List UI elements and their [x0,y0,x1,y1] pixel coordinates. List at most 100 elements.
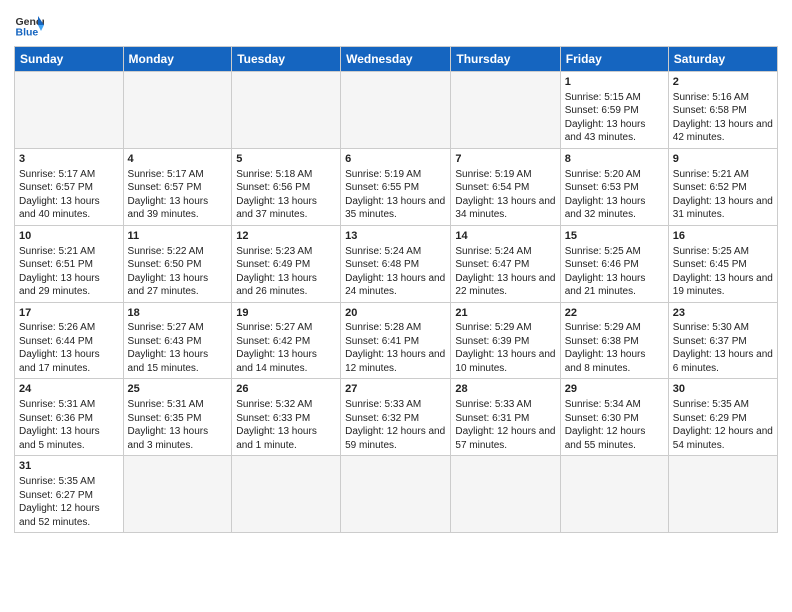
day-header-saturday: Saturday [668,47,777,72]
calendar-cell [232,456,341,533]
calendar-cell: 11Sunrise: 5:22 AM Sunset: 6:50 PM Dayli… [123,225,232,302]
calendar-cell: 20Sunrise: 5:28 AM Sunset: 6:41 PM Dayli… [341,302,451,379]
cell-info: Sunrise: 5:31 AM Sunset: 6:35 PM Dayligh… [128,398,228,452]
header-area: General Blue [14,10,778,40]
cell-info: Sunrise: 5:24 AM Sunset: 6:47 PM Dayligh… [455,245,555,299]
cell-day-number: 29 [565,382,664,397]
calendar-cell: 1Sunrise: 5:15 AM Sunset: 6:59 PM Daylig… [560,72,668,149]
cell-day-number: 19 [236,306,336,321]
calendar-cell [341,72,451,149]
cell-day-number: 27 [345,382,446,397]
cell-info: Sunrise: 5:26 AM Sunset: 6:44 PM Dayligh… [19,321,119,375]
calendar-cell [123,456,232,533]
calendar-header-row: SundayMondayTuesdayWednesdayThursdayFrid… [15,47,778,72]
cell-day-number: 16 [673,229,773,244]
day-header-wednesday: Wednesday [341,47,451,72]
logo-icon: General Blue [14,10,44,40]
calendar-cell: 24Sunrise: 5:31 AM Sunset: 6:36 PM Dayli… [15,379,124,456]
calendar-cell: 3Sunrise: 5:17 AM Sunset: 6:57 PM Daylig… [15,148,124,225]
calendar: SundayMondayTuesdayWednesdayThursdayFrid… [14,46,778,533]
cell-info: Sunrise: 5:21 AM Sunset: 6:52 PM Dayligh… [673,168,773,222]
cell-info: Sunrise: 5:19 AM Sunset: 6:54 PM Dayligh… [455,168,555,222]
calendar-cell: 2Sunrise: 5:16 AM Sunset: 6:58 PM Daylig… [668,72,777,149]
cell-info: Sunrise: 5:22 AM Sunset: 6:50 PM Dayligh… [128,245,228,299]
day-header-monday: Monday [123,47,232,72]
cell-day-number: 28 [455,382,555,397]
day-header-friday: Friday [560,47,668,72]
calendar-cell [15,72,124,149]
cell-day-number: 23 [673,306,773,321]
calendar-week-4: 24Sunrise: 5:31 AM Sunset: 6:36 PM Dayli… [15,379,778,456]
day-header-sunday: Sunday [15,47,124,72]
calendar-cell: 6Sunrise: 5:19 AM Sunset: 6:55 PM Daylig… [341,148,451,225]
calendar-cell: 10Sunrise: 5:21 AM Sunset: 6:51 PM Dayli… [15,225,124,302]
calendar-cell [232,72,341,149]
calendar-cell: 22Sunrise: 5:29 AM Sunset: 6:38 PM Dayli… [560,302,668,379]
cell-day-number: 26 [236,382,336,397]
cell-day-number: 25 [128,382,228,397]
calendar-cell [560,456,668,533]
calendar-cell: 29Sunrise: 5:34 AM Sunset: 6:30 PM Dayli… [560,379,668,456]
calendar-cell: 14Sunrise: 5:24 AM Sunset: 6:47 PM Dayli… [451,225,560,302]
cell-day-number: 7 [455,152,555,167]
cell-info: Sunrise: 5:18 AM Sunset: 6:56 PM Dayligh… [236,168,336,222]
cell-info: Sunrise: 5:31 AM Sunset: 6:36 PM Dayligh… [19,398,119,452]
cell-day-number: 18 [128,306,228,321]
calendar-cell: 5Sunrise: 5:18 AM Sunset: 6:56 PM Daylig… [232,148,341,225]
cell-day-number: 20 [345,306,446,321]
calendar-cell: 8Sunrise: 5:20 AM Sunset: 6:53 PM Daylig… [560,148,668,225]
cell-info: Sunrise: 5:19 AM Sunset: 6:55 PM Dayligh… [345,168,446,222]
calendar-cell: 16Sunrise: 5:25 AM Sunset: 6:45 PM Dayli… [668,225,777,302]
cell-info: Sunrise: 5:27 AM Sunset: 6:43 PM Dayligh… [128,321,228,375]
cell-info: Sunrise: 5:35 AM Sunset: 6:29 PM Dayligh… [673,398,773,452]
calendar-cell: 23Sunrise: 5:30 AM Sunset: 6:37 PM Dayli… [668,302,777,379]
calendar-cell: 21Sunrise: 5:29 AM Sunset: 6:39 PM Dayli… [451,302,560,379]
svg-text:Blue: Blue [16,27,39,39]
calendar-cell [451,72,560,149]
cell-info: Sunrise: 5:29 AM Sunset: 6:39 PM Dayligh… [455,321,555,375]
calendar-cell: 7Sunrise: 5:19 AM Sunset: 6:54 PM Daylig… [451,148,560,225]
cell-info: Sunrise: 5:24 AM Sunset: 6:48 PM Dayligh… [345,245,446,299]
calendar-cell: 19Sunrise: 5:27 AM Sunset: 6:42 PM Dayli… [232,302,341,379]
cell-day-number: 8 [565,152,664,167]
cell-info: Sunrise: 5:29 AM Sunset: 6:38 PM Dayligh… [565,321,664,375]
cell-info: Sunrise: 5:25 AM Sunset: 6:46 PM Dayligh… [565,245,664,299]
calendar-cell: 18Sunrise: 5:27 AM Sunset: 6:43 PM Dayli… [123,302,232,379]
page: General Blue SundayMondayTuesdayWednesda… [0,0,792,612]
calendar-cell: 12Sunrise: 5:23 AM Sunset: 6:49 PM Dayli… [232,225,341,302]
cell-day-number: 24 [19,382,119,397]
calendar-cell: 25Sunrise: 5:31 AM Sunset: 6:35 PM Dayli… [123,379,232,456]
cell-info: Sunrise: 5:32 AM Sunset: 6:33 PM Dayligh… [236,398,336,452]
cell-day-number: 10 [19,229,119,244]
cell-info: Sunrise: 5:20 AM Sunset: 6:53 PM Dayligh… [565,168,664,222]
calendar-cell: 26Sunrise: 5:32 AM Sunset: 6:33 PM Dayli… [232,379,341,456]
cell-info: Sunrise: 5:21 AM Sunset: 6:51 PM Dayligh… [19,245,119,299]
calendar-cell: 13Sunrise: 5:24 AM Sunset: 6:48 PM Dayli… [341,225,451,302]
day-header-thursday: Thursday [451,47,560,72]
calendar-cell: 4Sunrise: 5:17 AM Sunset: 6:57 PM Daylig… [123,148,232,225]
cell-day-number: 15 [565,229,664,244]
calendar-cell [451,456,560,533]
cell-info: Sunrise: 5:23 AM Sunset: 6:49 PM Dayligh… [236,245,336,299]
cell-day-number: 11 [128,229,228,244]
calendar-cell: 27Sunrise: 5:33 AM Sunset: 6:32 PM Dayli… [341,379,451,456]
cell-day-number: 1 [565,75,664,90]
calendar-cell: 17Sunrise: 5:26 AM Sunset: 6:44 PM Dayli… [15,302,124,379]
calendar-week-1: 3Sunrise: 5:17 AM Sunset: 6:57 PM Daylig… [15,148,778,225]
calendar-cell [668,456,777,533]
cell-info: Sunrise: 5:34 AM Sunset: 6:30 PM Dayligh… [565,398,664,452]
cell-info: Sunrise: 5:15 AM Sunset: 6:59 PM Dayligh… [565,91,664,145]
day-header-tuesday: Tuesday [232,47,341,72]
cell-info: Sunrise: 5:17 AM Sunset: 6:57 PM Dayligh… [19,168,119,222]
calendar-week-5: 31Sunrise: 5:35 AM Sunset: 6:27 PM Dayli… [15,456,778,533]
logo: General Blue [14,10,44,40]
cell-day-number: 22 [565,306,664,321]
calendar-week-0: 1Sunrise: 5:15 AM Sunset: 6:59 PM Daylig… [15,72,778,149]
cell-day-number: 6 [345,152,446,167]
cell-day-number: 14 [455,229,555,244]
calendar-cell [341,456,451,533]
cell-day-number: 3 [19,152,119,167]
cell-day-number: 30 [673,382,773,397]
calendar-week-2: 10Sunrise: 5:21 AM Sunset: 6:51 PM Dayli… [15,225,778,302]
calendar-cell: 15Sunrise: 5:25 AM Sunset: 6:46 PM Dayli… [560,225,668,302]
